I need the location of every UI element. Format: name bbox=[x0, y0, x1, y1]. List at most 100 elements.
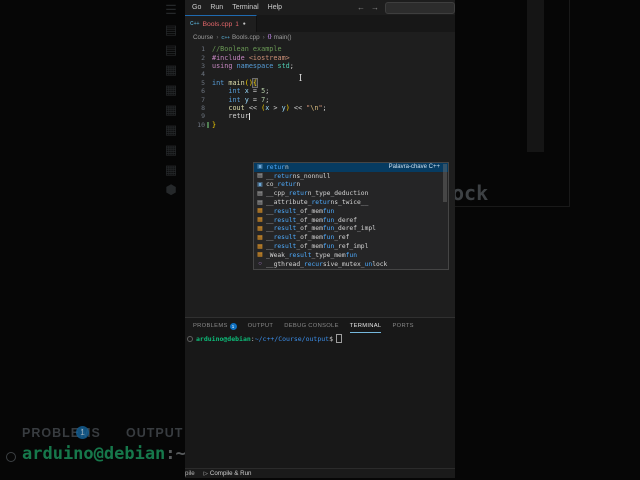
ghost-problems-label: PROBLEMS bbox=[22, 426, 101, 440]
code-line[interactable]: 5 int main(){ bbox=[185, 77, 455, 88]
chevron-right-icon: › bbox=[216, 33, 219, 41]
tab-problems[interactable]: PROBLEMS 1 bbox=[193, 320, 237, 332]
suggest-item[interactable]: ▦ __result_of_memfun_ref bbox=[254, 233, 448, 242]
modified-dot-icon[interactable]: ● bbox=[243, 21, 246, 27]
suggest-item[interactable]: ▣ return Palavra-chave C++ bbox=[254, 163, 448, 172]
line-number: 2 bbox=[201, 53, 205, 62]
breadcrumb-folder[interactable]: Course bbox=[193, 34, 213, 41]
suggest-item[interactable]: ▦ __result_of_memfun bbox=[254, 207, 448, 216]
suggest-item-detail: Palavra-chave C++ bbox=[388, 164, 440, 171]
terminal-user: arduino@debian bbox=[196, 334, 251, 343]
terminal-path: ~/c++/Course/output bbox=[254, 334, 330, 343]
breadcrumb-file[interactable]: Bools.cpp bbox=[232, 34, 260, 41]
panel-tab-bar: PROBLEMS 1 OUTPUT DEBUG CONSOLE TERMINAL… bbox=[185, 320, 455, 333]
code-editor[interactable]: 1//Boolean example 2 #include <iostream> 3 u… bbox=[185, 42, 455, 317]
vscode-window: Go Run Terminal Help ← → C++ Bools.cpp 1… bbox=[185, 0, 455, 478]
terminal-decoration-circle-icon bbox=[187, 335, 193, 342]
struct-icon: ▦ bbox=[257, 225, 263, 232]
ghost-scrollbar bbox=[527, 0, 544, 152]
popup-scrollbar[interactable] bbox=[443, 164, 447, 202]
keyword-icon: ▣ bbox=[257, 181, 263, 188]
keyword-icon: ▣ bbox=[257, 164, 263, 171]
gutter-change-bar bbox=[207, 121, 209, 129]
forward-arrow-icon[interactable]: → bbox=[371, 3, 379, 12]
cpp-file-icon: C++ bbox=[190, 21, 200, 27]
ghost-grid-icon: ▦ bbox=[164, 62, 178, 77]
command-center-searchbox[interactable] bbox=[385, 1, 455, 14]
menu-help[interactable]: Help bbox=[268, 4, 282, 11]
ghost-grid-icon: ▦ bbox=[164, 82, 178, 97]
line-number: 5 bbox=[201, 78, 205, 87]
code-line[interactable]: 7 int y = 7; bbox=[185, 95, 455, 104]
struct-icon: ▦ bbox=[257, 217, 263, 224]
tab-debug-console-label: DEBUG CONSOLE bbox=[284, 323, 339, 329]
menu-bar: Go Run Terminal Help ← → bbox=[185, 0, 455, 15]
code-line[interactable]: 1//Boolean example bbox=[185, 45, 455, 53]
ghost-popup-edge bbox=[455, 0, 570, 207]
tab-ports[interactable]: PORTS bbox=[392, 320, 413, 332]
ghost-cube-icon: ⬢ bbox=[165, 182, 177, 197]
run-triangle-icon: ▷ bbox=[203, 470, 208, 477]
cpp-file-icon: C++ bbox=[221, 34, 230, 40]
code-line[interactable]: 2 #include <iostream> bbox=[185, 53, 455, 62]
terminal[interactable]: arduino@debian: ~/c++/Course/output $ bbox=[187, 334, 342, 343]
menu-terminal[interactable]: Terminal bbox=[232, 4, 258, 11]
ghost-terminal-circle-icon bbox=[6, 452, 16, 462]
terminal-prompt-symbol: $ bbox=[329, 334, 333, 343]
tab-file-name: Bools.cpp bbox=[202, 20, 233, 28]
code-line[interactable]: 3 using namespace std; bbox=[185, 62, 455, 70]
ghost-hamburger-icon: ☰ bbox=[165, 2, 177, 17]
ghost-grid-icon: ▦ bbox=[164, 162, 178, 177]
code-line[interactable]: 6 int x = 5; bbox=[185, 87, 455, 95]
ghost-prompt-user: arduino@debian bbox=[22, 444, 166, 464]
tab-bools-cpp[interactable]: C++ Bools.cpp 1 ● bbox=[185, 15, 257, 32]
code-lines: 1//Boolean example 2 #include <iostream> 3 u… bbox=[185, 45, 455, 129]
tab-terminal[interactable]: TERMINAL bbox=[349, 320, 382, 333]
suggest-item[interactable]: ▦ _Weak_result_type_memfun bbox=[254, 251, 448, 260]
tab-debug-console[interactable]: DEBUG CONSOLE bbox=[284, 320, 338, 332]
ghost-box-icon: ▤ bbox=[164, 22, 178, 37]
method-icon: ○ bbox=[258, 261, 262, 268]
tab-output[interactable]: OUTPUT bbox=[248, 320, 274, 332]
suggest-item[interactable]: ▦ __result_of_memfun_deref bbox=[254, 216, 448, 225]
line-number: 4 bbox=[201, 70, 205, 79]
ghost-text-fragment: ock bbox=[452, 181, 489, 205]
line-number: 10 bbox=[197, 120, 205, 129]
tab-problems-label: PROBLEMS bbox=[193, 323, 228, 329]
bottom-panel: PROBLEMS 1 OUTPUT DEBUG CONSOLE TERMINAL… bbox=[185, 317, 455, 468]
suggest-item[interactable]: ▤ __attribute_returns_twice__ bbox=[254, 198, 448, 207]
suggest-item[interactable]: ▦ __result_of_memfun_ref_impl bbox=[254, 242, 448, 251]
menu-go[interactable]: Go bbox=[192, 4, 201, 11]
screenshot-root: { "background": { "ghost_icons": ["hambu… bbox=[0, 0, 640, 480]
ghost-activity-icons: ☰ ▤ ▤ ▦ ▦ ▦ ▦ ▦ ▦ ⬢ bbox=[156, 0, 186, 200]
tab-terminal-label: TERMINAL bbox=[349, 322, 382, 329]
terminal-cursor bbox=[336, 334, 342, 343]
ghost-grid-icon: ▦ bbox=[164, 122, 178, 137]
line-number: 9 bbox=[201, 112, 205, 121]
suggest-item[interactable]: ▤ __returns_nonnull bbox=[254, 172, 448, 181]
code-line[interactable]: 8 cout << (x > y) << "\n"; bbox=[185, 104, 455, 112]
line-number: 1 bbox=[201, 45, 205, 54]
line-number: 3 bbox=[201, 61, 205, 70]
code-line[interactable]: 10} bbox=[185, 121, 455, 129]
suggest-list: ▣ return Palavra-chave C++ ▤ __returns_nonnu… bbox=[254, 163, 448, 269]
status-item-partial[interactable]: pile bbox=[185, 470, 195, 477]
autocomplete-popup: ▣ return Palavra-chave C++ ▤ __returns_nonnu… bbox=[253, 162, 449, 270]
suggest-item[interactable]: ▣ co_return bbox=[254, 181, 448, 190]
ghost-problems-badge: 1 bbox=[76, 426, 89, 439]
breadcrumb-symbol[interactable]: main() bbox=[274, 34, 292, 41]
menu-run[interactable]: Run bbox=[210, 4, 223, 11]
suggest-item[interactable]: ○ __gthread_recursive_mutex_unlock bbox=[254, 260, 448, 269]
suggest-item[interactable]: ▦ __result_of_memfun_deref_impl bbox=[254, 225, 448, 234]
suggest-item[interactable]: ▤ __cpp_return_type_deduction bbox=[254, 189, 448, 198]
field-icon: ▤ bbox=[257, 173, 263, 180]
back-arrow-icon[interactable]: ← bbox=[357, 3, 365, 12]
problems-badge: 1 bbox=[229, 322, 237, 330]
field-icon: ▤ bbox=[257, 199, 263, 206]
nav-arrows: ← → bbox=[357, 1, 455, 14]
ghost-box-icon: ▤ bbox=[164, 42, 178, 57]
code-line[interactable]: 4 bbox=[185, 70, 455, 78]
code-line[interactable]: 9 retur bbox=[185, 112, 455, 120]
struct-icon: ▦ bbox=[257, 243, 263, 250]
compile-run-button[interactable]: ▷ Compile & Run bbox=[204, 470, 252, 477]
